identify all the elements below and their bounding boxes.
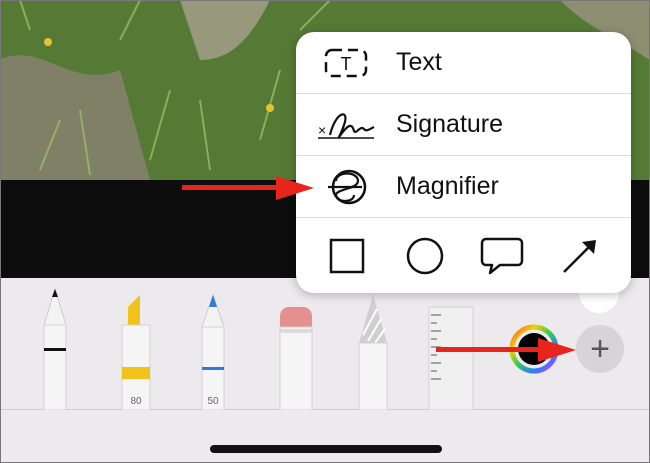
plus-icon: + [590,330,610,368]
speech-bubble-icon[interactable] [474,228,530,284]
pen-tool[interactable] [38,285,72,410]
arrow-icon[interactable] [552,228,608,284]
menu-item-label: Text [396,48,442,76]
menu-item-label: Magnifier [396,172,499,200]
home-indicator [210,445,442,453]
magnifier-icon [328,169,367,204]
add-annotation-button[interactable]: + [576,325,624,373]
shape-row [296,218,631,293]
svg-text:×: × [318,122,326,138]
menu-item-text[interactable]: T Text [296,32,631,93]
circle-icon[interactable] [397,228,453,284]
annotation-menu: T Text × Signature Magnifier [296,32,631,293]
eraser-tool[interactable] [276,285,316,410]
lasso-tool[interactable] [355,285,391,410]
marker-tool[interactable]: 80 [118,285,154,410]
signature-icon: × [318,112,375,139]
pencil-size-label: 50 [207,396,219,407]
menu-item-label: Signature [396,110,504,138]
toolbar-divider [0,409,650,410]
pencil-tool[interactable]: 50 [196,285,230,410]
marker-size-label: 80 [130,396,142,407]
red-arrow-to-plus [436,338,576,362]
menu-item-signature[interactable]: × Signature [296,94,631,155]
menu-item-magnifier[interactable]: Magnifier [296,156,631,217]
svg-text:T: T [341,54,352,74]
text-box-icon: T [324,48,368,77]
red-arrow-to-magnifier [182,176,314,200]
square-icon[interactable] [319,228,375,284]
